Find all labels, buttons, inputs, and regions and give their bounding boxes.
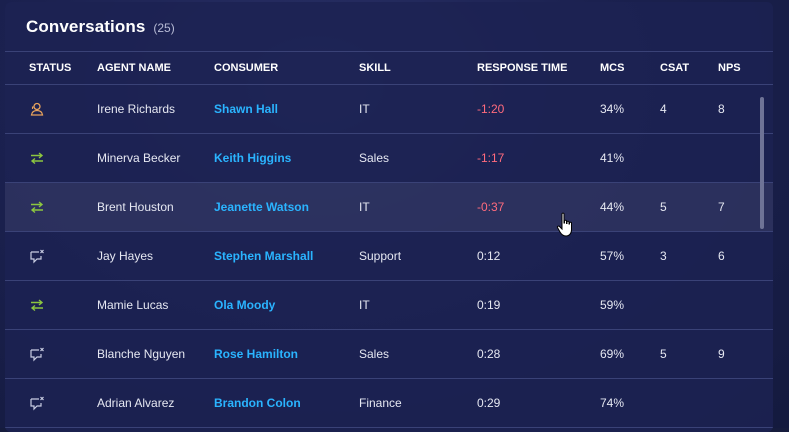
csat-value: 5 <box>660 200 667 214</box>
panel-header: Conversations (25) <box>5 2 773 52</box>
agent-name: Brent Houston <box>97 200 174 214</box>
agent-person-icon <box>29 101 45 117</box>
agent-name: Mamie Lucas <box>97 298 169 312</box>
table-row[interactable]: Blanche Nguyen Rose Hamilton Sales 0:28 69% 5… <box>5 330 773 379</box>
response-time: -1:17 <box>477 151 505 165</box>
table-row[interactable]: Irene Richards Shawn Hall IT -1:20 34% 4 8 <box>5 85 773 134</box>
table-body: Irene Richards Shawn Hall IT -1:20 34% 4 8 Mine… <box>5 85 773 428</box>
consumer-link[interactable]: Rose Hamilton <box>214 330 298 378</box>
response-time: 0:28 <box>477 347 501 361</box>
csat-value: 3 <box>660 249 667 263</box>
response-time: 0:29 <box>477 396 501 410</box>
chat-closed-icon <box>29 346 45 362</box>
table-row[interactable]: Brent Houston Jeanette Watson IT -0:37 44% 5 7 <box>5 183 773 232</box>
column-header-csat[interactable]: CSAT <box>660 52 689 84</box>
skill: Finance <box>359 396 402 410</box>
mcs-value: 74% <box>600 396 625 410</box>
panel-title: Conversations <box>26 16 146 36</box>
table-row[interactable]: Jay Hayes Stephen Marshall Support 0:12 57% 3… <box>5 232 773 281</box>
column-header-agent[interactable]: AGENT NAME <box>97 52 171 84</box>
skill: IT <box>359 102 370 116</box>
agent-name: Adrian Alvarez <box>97 396 175 410</box>
consumer-link[interactable]: Keith Higgins <box>214 134 291 182</box>
skill: Support <box>359 249 402 263</box>
mcs-value: 34% <box>600 102 625 116</box>
hand-pointer-cursor-icon <box>556 212 572 237</box>
nps-value: 7 <box>718 200 725 214</box>
skill: Sales <box>359 151 390 165</box>
consumer-link[interactable]: Stephen Marshall <box>214 232 313 280</box>
response-time: 0:19 <box>477 298 501 312</box>
mcs-value: 57% <box>600 249 625 263</box>
column-header-consumer[interactable]: CONSUMER <box>214 52 278 84</box>
response-time: 0:12 <box>477 249 501 263</box>
transfer-arrows-icon <box>29 150 45 166</box>
column-header-status[interactable]: STATUS <box>29 52 71 84</box>
csat-value: 4 <box>660 102 667 116</box>
skill: IT <box>359 200 370 214</box>
scrollbar[interactable] <box>760 97 764 229</box>
nps-value: 9 <box>718 347 725 361</box>
agent-name: Jay Hayes <box>97 249 154 263</box>
column-header-skill[interactable]: SKILL <box>359 52 391 84</box>
mcs-value: 44% <box>600 200 625 214</box>
conversation-count: (25) <box>153 20 175 35</box>
agent-name: Minerva Becker <box>97 151 181 165</box>
column-header-nps[interactable]: NPS <box>718 52 741 84</box>
consumer-link[interactable]: Brandon Colon <box>214 379 301 427</box>
table-row[interactable]: Mamie Lucas Ola Moody IT 0:19 59% <box>5 281 773 330</box>
consumer-link[interactable]: Jeanette Watson <box>214 183 309 231</box>
nps-value: 8 <box>718 102 725 116</box>
csat-value: 5 <box>660 347 667 361</box>
column-header-response-time[interactable]: RESPONSE TIME <box>477 52 567 84</box>
consumer-link[interactable]: Ola Moody <box>214 281 275 329</box>
nps-value: 6 <box>718 249 725 263</box>
chat-closed-icon <box>29 248 45 264</box>
table-header: STATUS AGENT NAME CONSUMER SKILL RESPONS… <box>5 52 773 85</box>
response-time: -0:37 <box>477 200 505 214</box>
conversations-panel: Conversations (25) STATUS AGENT NAME CON… <box>5 2 773 432</box>
skill: IT <box>359 298 370 312</box>
mcs-value: 41% <box>600 151 625 165</box>
agent-name: Blanche Nguyen <box>97 347 186 361</box>
skill: Sales <box>359 347 390 361</box>
mcs-value: 69% <box>600 347 625 361</box>
consumer-link[interactable]: Shawn Hall <box>214 85 278 133</box>
response-time: -1:20 <box>477 102 505 116</box>
transfer-arrows-icon <box>29 199 45 215</box>
chat-closed-icon <box>29 395 45 411</box>
mcs-value: 59% <box>600 298 625 312</box>
table-row[interactable]: Minerva Becker Keith Higgins Sales -1:17 41% <box>5 134 773 183</box>
table-row[interactable]: Adrian Alvarez Brandon Colon Finance 0:29 74… <box>5 379 773 428</box>
column-header-mcs[interactable]: MCS <box>600 52 624 84</box>
agent-name: Irene Richards <box>97 102 176 116</box>
transfer-arrows-icon <box>29 297 45 313</box>
